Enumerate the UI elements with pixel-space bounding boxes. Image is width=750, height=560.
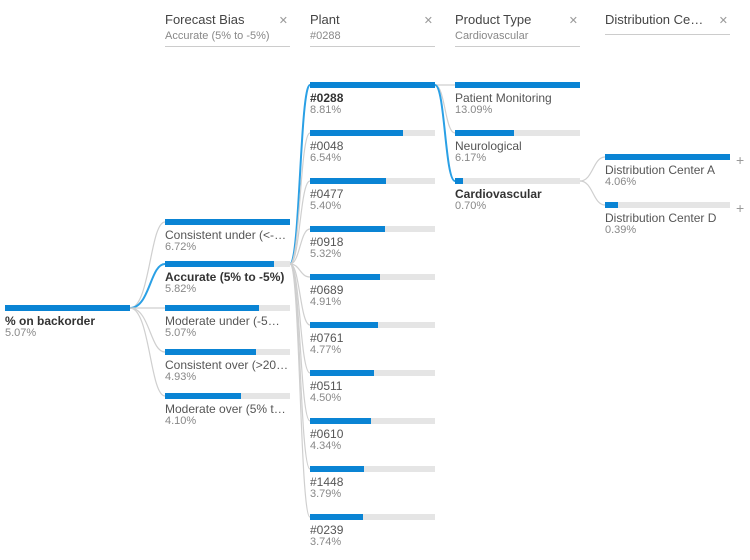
node-plant[interactable]: #0918 5.32% (310, 226, 435, 260)
column-subtitle: Accurate (5% to -5%) (165, 30, 290, 42)
column-title: Forecast Bias (165, 12, 244, 27)
node-plant[interactable]: #0761 4.77% (310, 322, 435, 356)
node-forecast-bias[interactable]: Consistent over (>20%) 4.93% (165, 349, 290, 383)
node-value: 5.32% (310, 248, 435, 260)
close-icon[interactable]: ✕ (719, 14, 728, 27)
node-label: Accurate (5% to -5%) (165, 270, 290, 284)
node-value: 4.91% (310, 296, 435, 308)
node-label: #0288 (310, 91, 435, 105)
node-forecast-bias[interactable]: Consistent under (<-2… 6.72% (165, 219, 290, 253)
column-header-plant[interactable]: Plant ✕ #0288 (310, 12, 435, 47)
node-label: Moderate under (-5% … (165, 314, 290, 328)
column-subtitle: Cardiovascular (455, 30, 580, 42)
node-value: 4.77% (310, 344, 435, 356)
node-value: 6.17% (455, 152, 580, 164)
node-label: #0610 (310, 427, 435, 441)
node-forecast-bias[interactable]: Moderate under (-5% … 5.07% (165, 305, 290, 339)
node-forecast-bias[interactable]: Moderate over (5% to … 4.10% (165, 393, 290, 427)
node-value: 3.74% (310, 536, 435, 548)
node-label: #0511 (310, 379, 435, 393)
root-value: 5.07% (5, 327, 130, 339)
node-label: Consistent under (<-2… (165, 228, 290, 242)
node-value: 5.82% (165, 283, 290, 295)
close-icon[interactable]: ✕ (424, 14, 433, 27)
node-value: 5.07% (165, 327, 290, 339)
close-icon[interactable]: ✕ (279, 14, 288, 27)
column-title: Plant (310, 12, 340, 27)
node-label: Distribution Center A (605, 163, 730, 177)
node-label: #0918 (310, 235, 435, 249)
node-label: Moderate over (5% to … (165, 402, 290, 416)
node-plant[interactable]: #0477 5.40% (310, 178, 435, 212)
node-label: Consistent over (>20%) (165, 358, 290, 372)
node-label: #1448 (310, 475, 435, 489)
node-product-type[interactable]: Neurological 6.17% (455, 130, 580, 164)
node-plant[interactable]: #0689 4.91% (310, 274, 435, 308)
column-title: Distribution Cent… (605, 12, 705, 27)
node-product-type-selected[interactable]: Cardiovascular 0.70% (455, 178, 580, 212)
node-forecast-bias-selected[interactable]: Accurate (5% to -5%) 5.82% (165, 261, 290, 295)
node-value: 5.40% (310, 200, 435, 212)
node-plant[interactable]: #1448 3.79% (310, 466, 435, 500)
node-product-type[interactable]: Patient Monitoring 13.09% (455, 82, 580, 116)
node-label: Distribution Center D (605, 211, 730, 225)
node-label: Cardiovascular (455, 187, 580, 201)
node-plant[interactable]: #0511 4.50% (310, 370, 435, 404)
column-title: Product Type (455, 12, 531, 27)
node-plant[interactable]: #0239 3.74% (310, 514, 435, 548)
column-header-product-type[interactable]: Product Type ✕ Cardiovascular (455, 12, 580, 47)
column-header-forecast-bias[interactable]: Forecast Bias ✕ Accurate (5% to -5%) (165, 12, 290, 47)
plus-icon[interactable]: + (736, 200, 744, 216)
node-value: 6.72% (165, 241, 290, 253)
node-value: 6.54% (310, 152, 435, 164)
node-value: 13.09% (455, 104, 580, 116)
column-subtitle: #0288 (310, 30, 435, 42)
node-label: #0048 (310, 139, 435, 153)
node-value: 4.06% (605, 176, 730, 188)
plus-icon[interactable]: + (736, 152, 744, 168)
close-icon[interactable]: ✕ (569, 14, 578, 27)
node-value: 3.79% (310, 488, 435, 500)
node-plant[interactable]: #0610 4.34% (310, 418, 435, 452)
node-label: Neurological (455, 139, 580, 153)
node-value: 8.81% (310, 104, 435, 116)
node-distribution-center[interactable]: Distribution Center D 0.39% (605, 202, 730, 236)
node-value: 0.70% (455, 200, 580, 212)
node-distribution-center[interactable]: Distribution Center A 4.06% (605, 154, 730, 188)
node-label: #0477 (310, 187, 435, 201)
node-label: #0689 (310, 283, 435, 297)
node-value: 4.93% (165, 371, 290, 383)
root-node[interactable]: % on backorder 5.07% (5, 305, 130, 339)
node-plant[interactable]: #0048 6.54% (310, 130, 435, 164)
root-label: % on backorder (5, 314, 130, 328)
node-value: 4.50% (310, 392, 435, 404)
node-label: #0239 (310, 523, 435, 537)
node-value: 4.34% (310, 440, 435, 452)
node-plant-selected[interactable]: #0288 8.81% (310, 82, 435, 116)
node-label: Patient Monitoring (455, 91, 580, 105)
node-label: #0761 (310, 331, 435, 345)
node-value: 4.10% (165, 415, 290, 427)
node-value: 0.39% (605, 224, 730, 236)
column-header-distribution-center[interactable]: Distribution Cent… ✕ (605, 12, 730, 35)
